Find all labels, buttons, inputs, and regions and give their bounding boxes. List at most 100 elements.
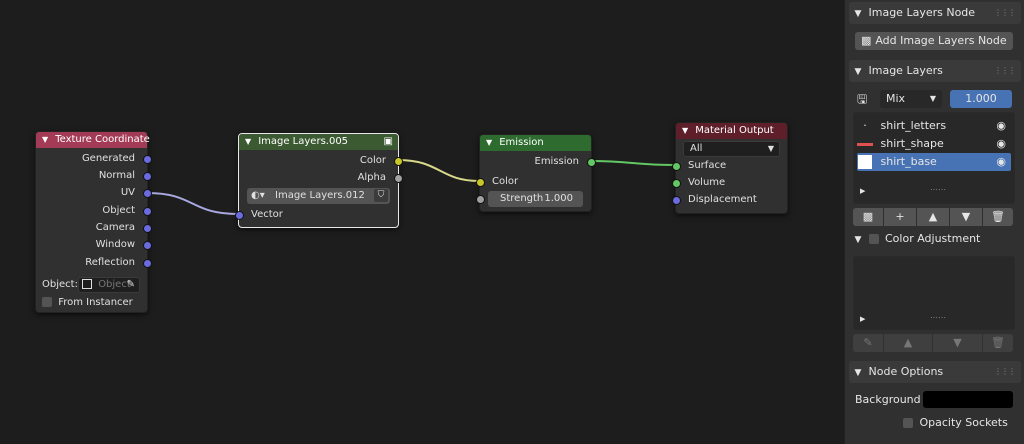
datablock-selector[interactable]: ◐▾ Image Layers.012 ⛉ — [247, 188, 390, 204]
shield-icon[interactable]: ⛉ — [374, 189, 388, 202]
link-color-to-color — [397, 159, 480, 182]
drag-grip-icon[interactable]: ⋮⋮⋮ — [994, 60, 1016, 82]
socket-reflection[interactable] — [143, 259, 152, 268]
socket-strength[interactable] — [476, 195, 485, 204]
add-layer-button[interactable]: + — [884, 208, 916, 226]
output-camera: Camera — [95, 222, 135, 233]
socket-emission-out[interactable] — [587, 158, 596, 167]
layer-item[interactable]: · shirt_letters ◉ — [857, 117, 1011, 135]
emission-node[interactable]: ▼ Emission Emission Color Strength 1.000 — [476, 134, 596, 212]
from-instancer-checkbox[interactable] — [42, 297, 52, 307]
input-surface: Surface — [688, 160, 727, 171]
node-title: Emission — [499, 137, 544, 148]
play-icon[interactable]: ▶ — [860, 315, 865, 323]
move-up-button[interactable]: ▲ — [917, 208, 949, 226]
socket-uv[interactable] — [143, 189, 152, 198]
strength-value: 1.000 — [544, 193, 573, 204]
node-title: Image Layers.005 — [258, 136, 349, 147]
texture-coordinate-node[interactable]: ▼ Texture Coordinate Generated Normal UV… — [35, 131, 152, 313]
background-color-swatch[interactable] — [923, 391, 1013, 408]
opacity-field[interactable]: 1.000 — [950, 90, 1012, 108]
socket-generated[interactable] — [143, 155, 152, 164]
eye-icon[interactable]: ◉ — [996, 153, 1006, 171]
socket-window[interactable] — [143, 241, 152, 250]
object-field[interactable]: Object ✎ — [78, 277, 140, 293]
image-layers-node[interactable]: ▼ Image Layers.005 ▣ Color Alpha ◐▾ Imag… — [235, 133, 403, 228]
chevron-down-icon[interactable]: ▼ — [42, 132, 52, 148]
panel-header-image-layers[interactable]: ▼ Image Layers ⋮⋮⋮ — [849, 60, 1021, 82]
blend-mode-value: Mix — [886, 92, 906, 105]
adjustment-up-button[interactable]: ▲ — [884, 334, 932, 352]
resize-grip-icon[interactable]: ⋯⋯ — [930, 313, 946, 322]
socket-color-in[interactable] — [476, 178, 485, 187]
eye-icon[interactable]: ◉ — [996, 117, 1006, 135]
color-adjustment-list[interactable]: ▶ ⋯⋯ — [853, 256, 1015, 330]
panel-header-color-adjustment[interactable]: ▼ Color Adjustment — [849, 228, 1021, 250]
link-uv-to-vector — [146, 192, 239, 215]
add-image-layers-node-button[interactable]: ▩ Add Image Layers Node — [855, 32, 1013, 50]
delete-adjustment-button[interactable]: 🗑 — [983, 334, 1013, 352]
node-header[interactable]: ▼ Emission — [480, 135, 591, 151]
socket-vector[interactable] — [235, 211, 244, 220]
color-adjustment-checkbox[interactable] — [868, 234, 879, 244]
layer-thumbnail-icon — [857, 142, 873, 146]
layer-name: shirt_letters — [880, 119, 947, 132]
node-editor-canvas[interactable]: ▼ Texture Coordinate Generated Normal UV… — [0, 0, 840, 444]
delete-layer-button[interactable]: 🗑 — [983, 208, 1013, 226]
from-instancer-label: From Instancer — [58, 297, 133, 308]
target-dropdown[interactable]: All ▼ — [683, 141, 780, 157]
adjustment-down-button[interactable]: ▼ — [933, 334, 982, 352]
node-header[interactable]: ▼ Texture Coordinate — [36, 132, 150, 148]
strength-field[interactable]: Strength 1.000 — [488, 191, 583, 207]
chevron-down-icon: ▼ — [854, 67, 862, 77]
output-window: Window — [95, 239, 135, 250]
socket-alpha[interactable] — [394, 174, 403, 183]
background-label: Background — [855, 393, 921, 406]
opacity-sockets-label: Opacity Sockets — [919, 416, 1008, 429]
panel-header-image-layers-node[interactable]: ▼ Image Layers Node ⋮⋮⋮ — [849, 2, 1021, 24]
from-instancer-row[interactable]: From Instancer — [42, 296, 133, 310]
chevron-down-icon[interactable]: ▼ — [682, 123, 692, 139]
output-alpha: Alpha — [357, 172, 386, 183]
layers-icon[interactable]: ▣ — [384, 134, 393, 150]
drag-grip-icon[interactable]: ⋮⋮⋮ — [994, 2, 1016, 24]
chevron-down-icon[interactable]: ▼ — [245, 134, 255, 150]
layer-list[interactable]: · shirt_letters ◉ shirt_shape ◉ shirt_ba… — [853, 112, 1015, 204]
material-output-node[interactable]: ▼ Material Output All ▼ Surface Volume D… — [672, 122, 788, 214]
move-down-button[interactable]: ▼ — [950, 208, 982, 226]
chevron-down-icon: ▼ — [854, 235, 862, 245]
image-icon: ▩ — [861, 34, 872, 47]
drag-grip-icon[interactable]: ⋮⋮⋮ — [994, 361, 1016, 383]
shader-icon[interactable]: ◐▾ — [251, 188, 265, 204]
datablock-name: Image Layers.012 — [275, 190, 365, 201]
chevron-down-icon[interactable]: ▼ — [486, 135, 496, 151]
save-icon[interactable]: 🖫 — [857, 90, 867, 111]
layer-thumbnail-icon: · — [863, 119, 867, 132]
object-icon — [82, 279, 92, 289]
panel-title: Image Layers Node — [868, 6, 976, 19]
panel-header-node-options[interactable]: ▼ Node Options ⋮⋮⋮ — [849, 361, 1021, 383]
add-adjustment-button[interactable]: ✎ — [853, 334, 883, 352]
play-icon[interactable]: ▶ — [860, 187, 865, 195]
node-header[interactable]: ▼ Image Layers.005 ▣ — [239, 134, 398, 150]
opacity-sockets-row[interactable]: Opacity Sockets — [903, 416, 1008, 429]
eye-icon[interactable]: ◉ — [996, 135, 1006, 153]
node-header[interactable]: ▼ Material Output — [676, 123, 787, 139]
socket-camera[interactable] — [143, 224, 152, 233]
layer-item[interactable]: shirt_shape ◉ — [857, 135, 1011, 153]
socket-surface[interactable] — [672, 162, 681, 171]
socket-color[interactable] — [394, 157, 403, 166]
socket-normal[interactable] — [143, 172, 152, 181]
resize-grip-icon[interactable]: ⋯⋯ — [930, 185, 946, 194]
socket-object[interactable] — [143, 207, 152, 216]
target-value: All — [690, 143, 703, 154]
opacity-sockets-checkbox[interactable] — [903, 418, 913, 428]
layer-item-active[interactable]: shirt_base ◉ — [857, 153, 1011, 171]
blend-mode-dropdown[interactable]: Mix ▼ — [880, 90, 942, 108]
eyedropper-icon[interactable]: ✎ — [127, 278, 135, 292]
layer-name: shirt_shape — [880, 137, 944, 150]
output-reflection: Reflection — [85, 257, 135, 268]
socket-volume[interactable] — [672, 179, 681, 188]
socket-displacement[interactable] — [672, 196, 681, 205]
add-image-layer-button[interactable]: ▩ — [853, 208, 883, 226]
